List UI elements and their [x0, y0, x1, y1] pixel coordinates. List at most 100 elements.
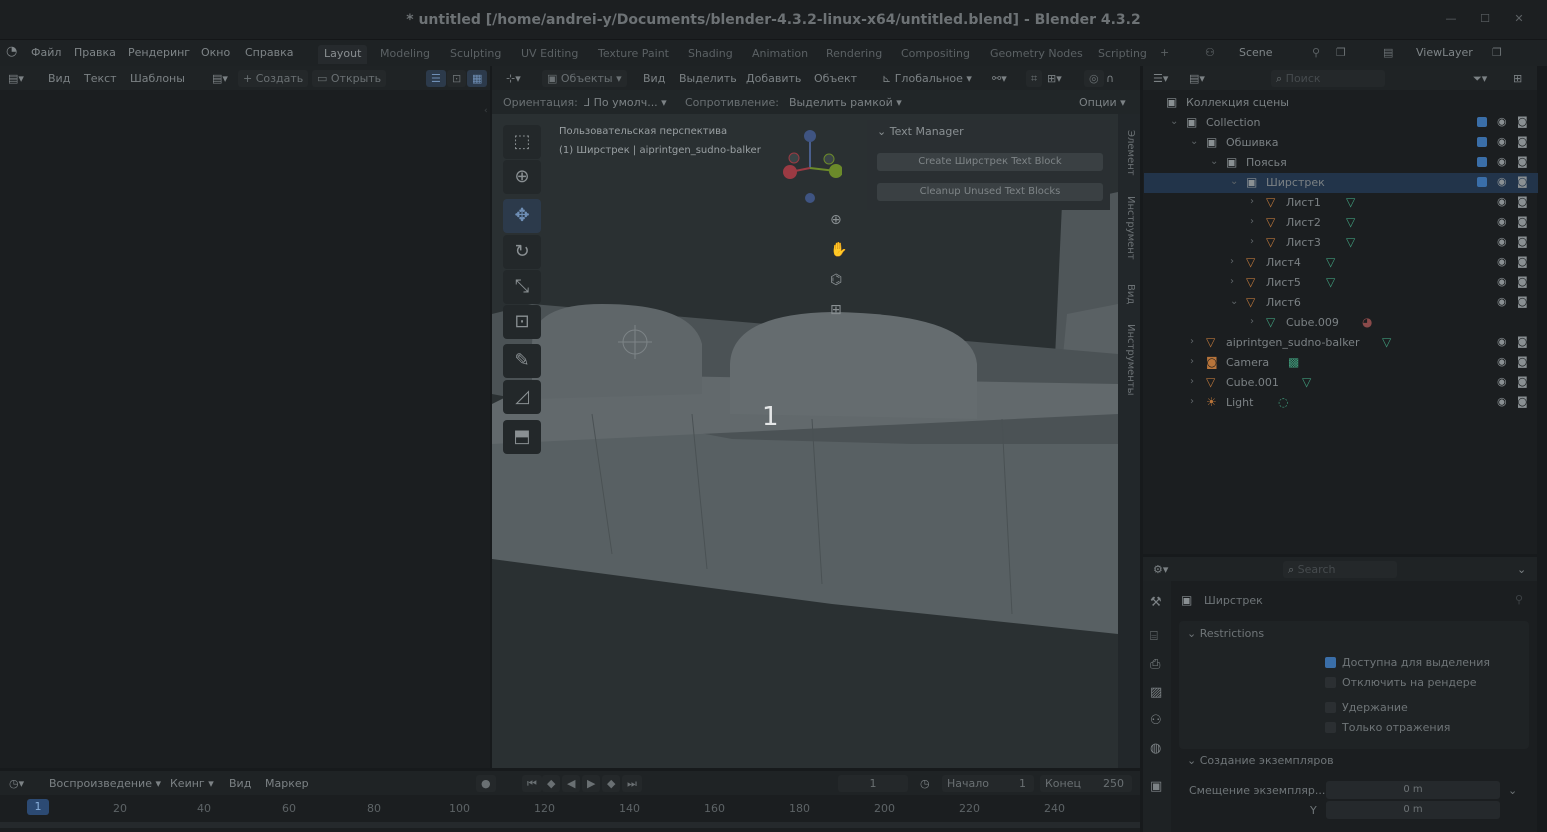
display-mode-icon[interactable]: ▤▾: [1189, 70, 1205, 87]
y-axis-icon[interactable]: [829, 164, 842, 178]
tab-compositing[interactable]: Compositing: [895, 45, 976, 64]
camera-icon[interactable]: ◙: [1517, 135, 1528, 148]
camera-data-icon[interactable]: ▩: [1288, 355, 1299, 369]
viewlayer-name[interactable]: ViewLayer: [1416, 46, 1473, 59]
outliner-search-input[interactable]: ⌕ Поиск: [1271, 70, 1385, 87]
material-icon[interactable]: ◕: [1362, 315, 1372, 329]
chevron-down-icon[interactable]: ⌄: [1230, 176, 1238, 187]
tab-sculpting[interactable]: Sculpting: [444, 45, 507, 64]
instance-offset-x-field[interactable]: 0 m: [1326, 781, 1500, 799]
mesh-data-icon[interactable]: ▽: [1346, 195, 1355, 209]
camera-icon[interactable]: ◙: [1517, 155, 1528, 168]
eye-icon[interactable]: ◉: [1497, 395, 1507, 408]
chevron-down-icon[interactable]: ⌄: [1190, 136, 1198, 147]
exclude-checkbox[interactable]: [1477, 117, 1487, 127]
minimize-icon[interactable]: —: [1444, 12, 1458, 26]
disable-render-checkbox[interactable]: [1325, 677, 1336, 688]
tool-tab-icon[interactable]: ⚒: [1150, 595, 1162, 610]
start-frame-field[interactable]: Начало 1: [942, 775, 1034, 792]
tab-scripting[interactable]: Scripting: [1092, 45, 1153, 64]
z-axis-icon[interactable]: [804, 130, 816, 142]
menu-templates[interactable]: Шаблоны: [130, 70, 185, 87]
eye-icon[interactable]: ◉: [1497, 215, 1507, 228]
editor-type-icon[interactable]: ▤▾: [8, 70, 24, 87]
playback-menu[interactable]: Воспроизведение ▾: [49, 775, 161, 792]
instancing-header[interactable]: ⌄ Создание экземпляров: [1187, 754, 1334, 767]
close-icon[interactable]: ✕: [1512, 12, 1526, 26]
outliner-row-list1[interactable]: › ▽ Лист1 ▽ ◉ ◙: [1144, 193, 1538, 213]
cleanup-text-blocks-button[interactable]: Cleanup Unused Text Blocks: [877, 183, 1103, 201]
mesh-data-icon[interactable]: ▽: [1302, 375, 1311, 389]
scale-tool-icon[interactable]: ⤡: [503, 270, 541, 304]
chevron-right-icon[interactable]: ›: [1250, 196, 1254, 207]
outliner-row-light[interactable]: › ☀ Light ◌ ◉ ◙: [1144, 393, 1538, 413]
tab-modeling[interactable]: Modeling: [374, 45, 436, 64]
eye-icon[interactable]: ◉: [1497, 235, 1507, 248]
camera-icon[interactable]: ◙: [1517, 195, 1528, 208]
menu-marker[interactable]: Маркер: [265, 775, 309, 792]
tab-texture-paint[interactable]: Texture Paint: [592, 45, 675, 64]
outliner-row-list2[interactable]: › ▽ Лист2 ▽ ◉ ◙: [1144, 213, 1538, 233]
annotate-tool-icon[interactable]: ✎: [503, 344, 541, 378]
pivot-icon[interactable]: ⚯▾: [992, 70, 1007, 87]
tab-view[interactable]: Вид: [1122, 284, 1136, 304]
outliner-row-cube009[interactable]: › ▽ Cube.009 ◕: [1144, 313, 1538, 333]
eye-icon[interactable]: ◉: [1497, 355, 1507, 368]
camera-icon[interactable]: ◙: [1517, 375, 1528, 388]
text-manager-header[interactable]: ⌄ Text Manager: [877, 125, 964, 138]
pin-icon[interactable]: ⚲: [1312, 46, 1320, 59]
menu-add[interactable]: Добавить: [746, 70, 801, 87]
snap-target-icon[interactable]: ⊞▾: [1047, 70, 1062, 87]
3d-viewport[interactable]: ⊹▾ ▣ Объекты ▾ Вид Выделить Добавить Объ…: [492, 66, 1140, 768]
view-layer-tab-icon[interactable]: ▨: [1150, 685, 1162, 700]
camera-icon[interactable]: ◙: [1517, 335, 1528, 348]
menu-edit[interactable]: Правка: [74, 46, 116, 59]
chevron-right-icon[interactable]: ›: [1190, 376, 1194, 387]
proportional-edit-icon[interactable]: ◎: [1084, 70, 1104, 87]
editor-type-icon[interactable]: ⚙▾: [1153, 561, 1168, 578]
camera-icon[interactable]: ◙: [1517, 255, 1528, 268]
pin-icon[interactable]: ⚲: [1515, 593, 1523, 606]
mesh-data-icon[interactable]: ▽: [1346, 215, 1355, 229]
sidebar-toggle-icon[interactable]: ‹: [484, 106, 488, 116]
line-numbers-toggle-icon[interactable]: ☰: [426, 70, 446, 87]
editor-type-icon[interactable]: ⊹▾: [506, 70, 521, 87]
falloff-icon[interactable]: ∩: [1106, 70, 1114, 87]
properties-search-input[interactable]: ⌕ Search: [1283, 561, 1397, 578]
selectable-checkbox[interactable]: [1325, 657, 1336, 668]
outliner-row-scene-collection[interactable]: ▣ Коллекция сцены: [1144, 93, 1538, 113]
restrictions-header[interactable]: ⌄ Restrictions: [1187, 627, 1264, 640]
x-axis-icon[interactable]: [783, 165, 797, 179]
orientation-dropdown[interactable]: ⅃ По умолч... ▾: [584, 94, 667, 111]
select-box-tool-icon[interactable]: ⬚: [503, 125, 541, 159]
eye-icon[interactable]: ◉: [1497, 375, 1507, 388]
tab-item[interactable]: Элемент: [1122, 130, 1136, 176]
eye-icon[interactable]: ◉: [1497, 275, 1507, 288]
text-browse-icon[interactable]: ▤▾: [212, 70, 228, 87]
tab-shading[interactable]: Shading: [682, 45, 739, 64]
filter-icon[interactable]: ⏷▾: [1473, 70, 1487, 87]
timeline-scrollbar[interactable]: [0, 822, 1140, 828]
tab-rendering[interactable]: Rendering: [820, 45, 888, 64]
add-workspace-icon[interactable]: +: [1160, 46, 1169, 59]
tab-uv-editing[interactable]: UV Editing: [515, 45, 584, 64]
tab-tool[interactable]: Инструмент: [1122, 196, 1136, 260]
jump-start-icon[interactable]: ⏮: [522, 775, 542, 792]
record-icon[interactable]: ●: [476, 775, 496, 792]
outliner-row-poyasya[interactable]: ⌄ ▣ Пояcья ◉ ◙: [1144, 153, 1538, 173]
camera-icon[interactable]: ◙: [1517, 395, 1528, 408]
current-frame-field[interactable]: 1: [838, 775, 908, 792]
menu-view[interactable]: Вид: [48, 70, 70, 87]
menu-view[interactable]: Вид: [229, 775, 251, 792]
keying-menu[interactable]: Кеинг ▾: [170, 775, 214, 792]
outliner-row-list6[interactable]: ⌄ ▽ Лист6 ◉ ◙: [1144, 293, 1538, 313]
menu-select[interactable]: Выделить: [679, 70, 737, 87]
zoom-icon[interactable]: ⊕: [830, 212, 842, 228]
perspective-grid-icon[interactable]: ⊞: [830, 302, 842, 318]
menu-text[interactable]: Текст: [84, 70, 117, 87]
eye-icon[interactable]: ◉: [1497, 295, 1507, 308]
chevron-right-icon[interactable]: ›: [1230, 256, 1234, 267]
instance-offset-y-field[interactable]: 0 m: [1326, 801, 1500, 819]
menu-render[interactable]: Рендеринг: [128, 46, 190, 59]
open-text-button[interactable]: ▭ Открыть: [312, 70, 387, 87]
